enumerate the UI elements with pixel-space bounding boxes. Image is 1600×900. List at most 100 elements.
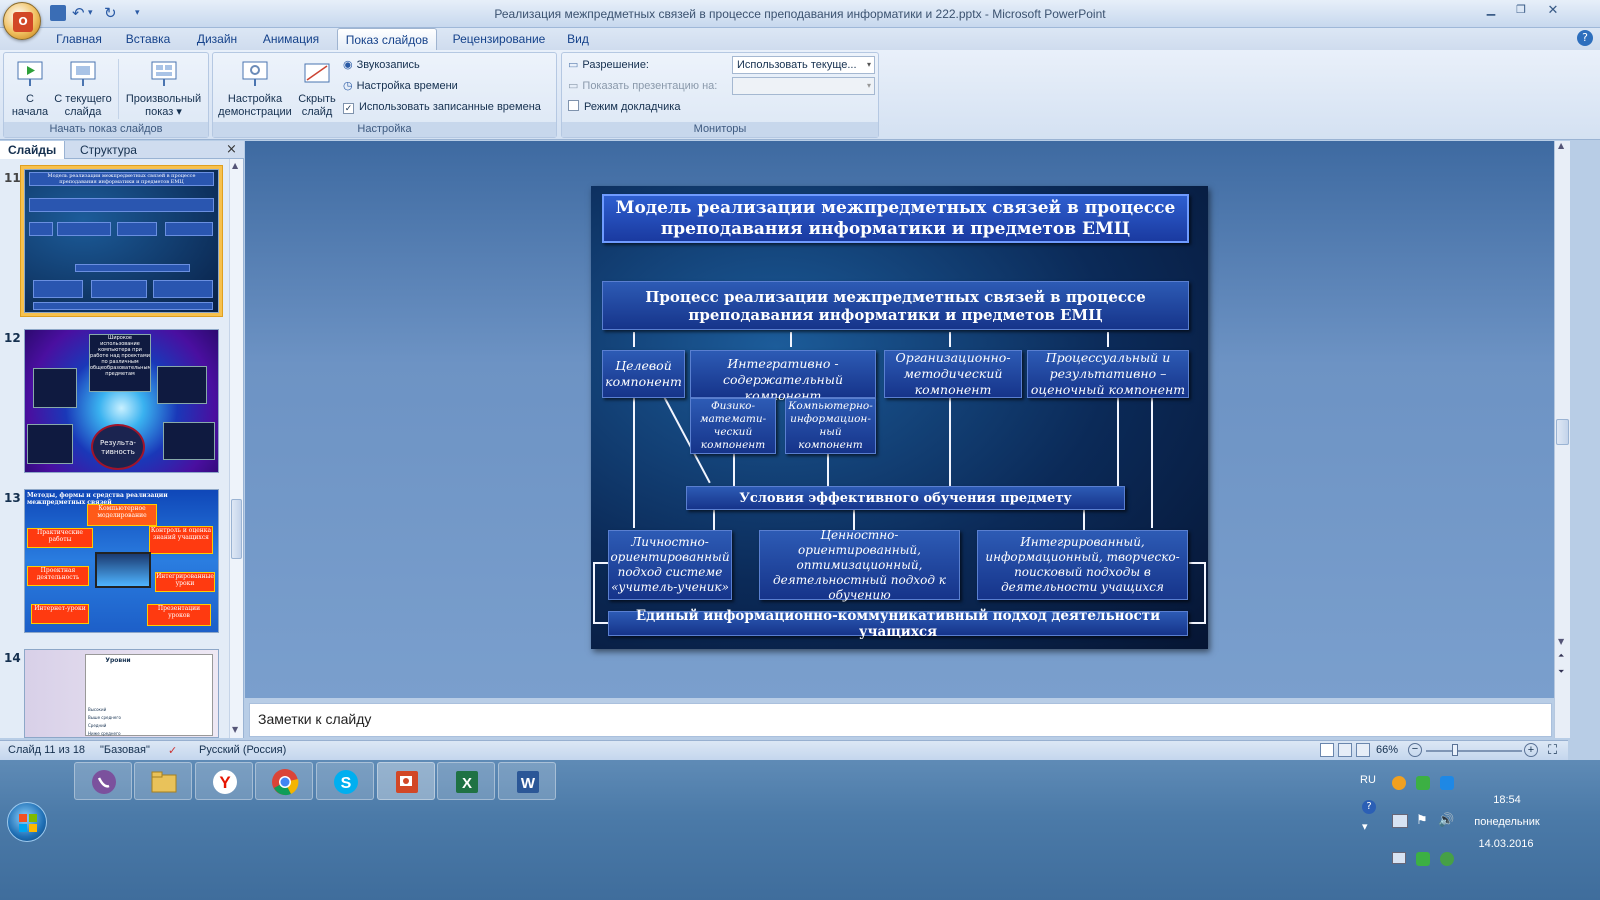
office-button[interactable]: O bbox=[3, 2, 41, 40]
slides-pane-scrollbar[interactable]: ▲ ▼ bbox=[229, 159, 243, 738]
help-icon[interactable]: ? bbox=[1577, 30, 1593, 46]
hide-slide-button[interactable]: Скрыть слайд bbox=[295, 59, 339, 119]
redo-icon[interactable]: ↻ bbox=[104, 5, 120, 21]
custom-show-label-1: Произвольный bbox=[125, 93, 202, 105]
tray-app-icon[interactable] bbox=[1392, 776, 1406, 790]
start-button[interactable] bbox=[7, 802, 47, 842]
close-pane-icon[interactable]: × bbox=[226, 142, 237, 157]
tray-network-icon[interactable] bbox=[1392, 814, 1408, 828]
tray-volume-icon[interactable]: 🔊 bbox=[1438, 812, 1454, 828]
tray-expand-icon[interactable]: ▾ bbox=[1362, 820, 1368, 833]
taskbar-skype[interactable]: S bbox=[316, 762, 374, 800]
setup-show-button[interactable]: Настройка демонстрации bbox=[217, 59, 293, 119]
from-beginning-label-2: начала bbox=[11, 106, 49, 118]
scroll-up-icon[interactable]: ▲ bbox=[232, 161, 238, 170]
show-on-combo[interactable]: ▾ bbox=[732, 77, 875, 95]
zoom-in-icon[interactable]: + bbox=[1524, 743, 1538, 757]
tray-help-icon[interactable]: ? bbox=[1362, 800, 1376, 814]
scroll-up-icon[interactable]: ▲ bbox=[1558, 141, 1564, 150]
connector-line bbox=[593, 622, 609, 624]
tray-torrent-icon[interactable] bbox=[1416, 776, 1430, 790]
use-timings-label: Использовать записанные времена bbox=[359, 101, 541, 113]
tray-monitor-icon[interactable] bbox=[1392, 852, 1406, 864]
tab-design[interactable]: Дизайн bbox=[188, 28, 246, 50]
slide-thumb-13[interactable]: Методы, формы и средства реализации межп… bbox=[24, 489, 219, 633]
slide-canvas[interactable]: Модель реализации межпредметных связей в… bbox=[591, 186, 1208, 649]
tab-insert[interactable]: Вставка bbox=[117, 28, 179, 50]
use-timings-checkbox[interactable]: ✓ Использовать записанные времена bbox=[343, 98, 541, 116]
slide-thumb-14[interactable]: Уровни Высокий Выше среднего Средний Ниж… bbox=[24, 649, 219, 738]
slide-thumb-12[interactable]: Широкое использование компьютера при раб… bbox=[24, 329, 219, 473]
previous-slide-icon[interactable]: ⏶ bbox=[1558, 651, 1564, 661]
save-icon[interactable] bbox=[50, 5, 66, 21]
thumb11-box bbox=[57, 222, 111, 236]
scroll-thumb[interactable] bbox=[1556, 419, 1569, 445]
slideshow-view-icon[interactable] bbox=[1356, 743, 1370, 757]
zoom-level[interactable]: 66% bbox=[1376, 744, 1398, 756]
taskbar-viber[interactable] bbox=[74, 762, 132, 800]
connector-line bbox=[1083, 510, 1085, 530]
zoom-slider-thumb[interactable] bbox=[1452, 744, 1458, 756]
tray-skype-icon[interactable] bbox=[1440, 776, 1454, 790]
close-button[interactable]: ✕ bbox=[1540, 3, 1566, 18]
thumb14-row: Ниже среднего bbox=[88, 731, 121, 736]
from-current-button[interactable]: С текущего слайда bbox=[52, 59, 114, 119]
notes-pane[interactable]: Заметки к слайду bbox=[249, 703, 1552, 737]
spellcheck-icon[interactable]: ✓ bbox=[168, 744, 177, 757]
hide-slide-label-2: слайд bbox=[301, 106, 333, 118]
resolution-combo[interactable]: Использовать текуще... ▾ bbox=[732, 56, 875, 74]
clock-date[interactable]: 14.03.2016 bbox=[1466, 838, 1546, 850]
slide-thumb-11[interactable]: Модель реализации межпредметных связей в… bbox=[24, 169, 219, 313]
taskbar-powerpoint[interactable] bbox=[377, 762, 435, 800]
tab-slideshow[interactable]: Показ слайдов bbox=[337, 28, 437, 50]
language-indicator-tray[interactable]: RU bbox=[1360, 774, 1376, 786]
zoom-out-icon[interactable]: − bbox=[1408, 743, 1422, 757]
tray-update-icon[interactable] bbox=[1416, 852, 1430, 866]
normal-view-icon[interactable] bbox=[1320, 743, 1334, 757]
from-beginning-button[interactable]: С начала bbox=[6, 59, 54, 119]
language-indicator[interactable]: Русский (Россия) bbox=[199, 744, 286, 756]
record-narration-button[interactable]: ◉ Звукозапись bbox=[343, 56, 420, 74]
minimize-button[interactable]: ▁ bbox=[1478, 3, 1504, 17]
clock-day[interactable]: понедельник bbox=[1462, 816, 1552, 828]
customize-qat-icon[interactable]: ▾ bbox=[135, 5, 151, 21]
tray-sync-icon[interactable] bbox=[1440, 852, 1454, 866]
connector-line bbox=[1107, 332, 1109, 347]
editor-scrollbar[interactable]: ▲ ▼ ⏶ ⏷ bbox=[1554, 141, 1570, 738]
next-slide-icon[interactable]: ⏷ bbox=[1558, 667, 1564, 677]
taskbar-word[interactable]: W bbox=[498, 762, 556, 800]
zoom-slider[interactable] bbox=[1426, 750, 1522, 752]
tab-outline[interactable]: Структура bbox=[72, 141, 145, 159]
taskbar-excel[interactable]: X bbox=[437, 762, 495, 800]
rehearse-timings-button[interactable]: ◷ Настройка времени bbox=[343, 77, 458, 95]
microphone-icon: ◉ bbox=[343, 59, 353, 71]
thumb13-item: Презентации уроков bbox=[147, 604, 211, 626]
group-monitors-label: Мониторы bbox=[562, 122, 878, 137]
scroll-down-icon[interactable]: ▼ bbox=[1558, 637, 1564, 646]
thumb11-unified bbox=[33, 302, 213, 310]
undo-icon[interactable]: ↶ bbox=[72, 5, 88, 21]
tab-review[interactable]: Рецензирование bbox=[446, 28, 552, 50]
taskbar-chrome[interactable] bbox=[255, 762, 313, 800]
slide-number-14: 14 bbox=[4, 651, 21, 665]
slide-sorter-view-icon[interactable] bbox=[1338, 743, 1352, 757]
scroll-thumb[interactable] bbox=[231, 499, 242, 559]
connector-line bbox=[949, 332, 951, 347]
connector-line bbox=[593, 562, 595, 624]
fit-to-window-icon[interactable]: ⛶ bbox=[1548, 742, 1557, 758]
tray-flag-icon[interactable]: ⚑ bbox=[1416, 812, 1428, 828]
scroll-down-icon[interactable]: ▼ bbox=[232, 725, 238, 734]
tab-home[interactable]: Главная bbox=[50, 28, 108, 50]
tab-slides[interactable]: Слайды bbox=[0, 141, 66, 159]
tab-animation[interactable]: Анимация bbox=[254, 28, 328, 50]
excel-icon: X bbox=[452, 767, 482, 797]
undo-dropdown-icon[interactable]: ▾ bbox=[88, 5, 104, 21]
presenter-view-checkbox[interactable]: Режим докладчика bbox=[568, 98, 680, 116]
restore-button[interactable]: ❐ bbox=[1508, 3, 1534, 17]
custom-show-button[interactable]: Произвольный показ ▾ bbox=[118, 59, 208, 119]
tab-view[interactable]: Вид bbox=[560, 28, 596, 50]
thumb14-row: Выше среднего bbox=[88, 715, 121, 720]
taskbar-yandex[interactable]: Y bbox=[195, 762, 253, 800]
taskbar-explorer[interactable] bbox=[134, 762, 192, 800]
clock-time[interactable]: 18:54 bbox=[1472, 794, 1542, 806]
